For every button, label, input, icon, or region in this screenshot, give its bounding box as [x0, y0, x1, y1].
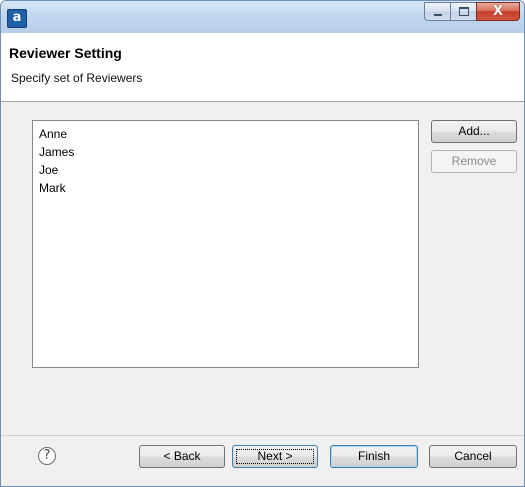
list-item[interactable]: James	[39, 143, 418, 161]
reviewer-list[interactable]: Anne James Joe Mark	[32, 120, 419, 368]
cancel-button-label: Cancel	[454, 449, 492, 463]
list-item[interactable]: Mark	[39, 179, 418, 197]
page-subtitle: Specify set of Reviewers	[11, 71, 143, 85]
minimize-button[interactable]	[424, 2, 450, 21]
help-icon[interactable]: ?	[38, 447, 56, 465]
window-bottom-edge	[1, 479, 524, 486]
close-button[interactable]: X	[476, 2, 520, 21]
maximize-button[interactable]	[450, 2, 476, 21]
remove-button[interactable]: Remove	[431, 150, 517, 173]
list-item[interactable]: Anne	[39, 125, 418, 143]
wizard-header: Reviewer Setting Specify set of Reviewer…	[1, 33, 524, 102]
minimize-icon	[433, 13, 442, 16]
back-button[interactable]: < Back	[139, 445, 225, 468]
app-icon: a	[7, 9, 27, 28]
window-controls: X	[424, 2, 520, 22]
footer-divider	[1, 435, 524, 436]
cancel-button[interactable]: Cancel	[429, 445, 517, 468]
finish-button[interactable]: Finish	[330, 445, 418, 468]
close-icon: X	[492, 3, 504, 19]
title-bar[interactable]: a X	[1, 1, 524, 33]
maximize-icon	[458, 7, 469, 16]
page-title: Reviewer Setting	[9, 45, 122, 61]
finish-button-label: Finish	[357, 449, 390, 463]
wizard-window: a X Reviewer Setting Specify set of Revi…	[0, 0, 525, 487]
wizard-content: Anne James Joe Mark Add... Remove	[1, 102, 524, 435]
list-item[interactable]: Joe	[39, 161, 418, 179]
focus-ring	[236, 449, 314, 464]
add-button[interactable]: Add...	[431, 120, 517, 143]
next-button[interactable]: Next >	[232, 445, 318, 468]
back-button-label: < Back	[163, 449, 201, 463]
